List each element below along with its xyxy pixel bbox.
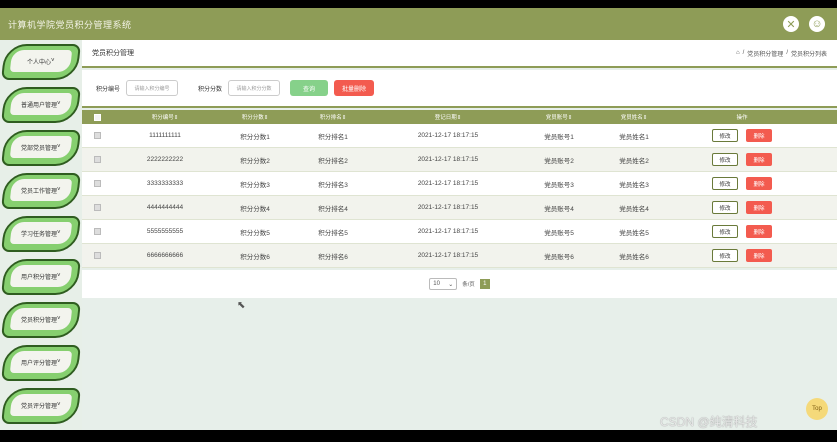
header-date[interactable]: 登记日期⇕ xyxy=(374,113,522,121)
sidebar-item-party-member-management[interactable]: 党部党员管理 ˅ xyxy=(1,130,81,166)
edit-button[interactable]: 修改 xyxy=(712,225,738,238)
row-checkbox[interactable] xyxy=(93,132,101,139)
home-icon[interactable]: ⌂ xyxy=(736,50,740,56)
edit-button[interactable]: 修改 xyxy=(712,129,738,142)
table-row: 3333333333 积分分数3 积分排名3 2021-12-17 18:17:… xyxy=(82,172,837,196)
search-id-label: 积分编号 xyxy=(96,86,121,93)
user-icon[interactable]: ☺ xyxy=(809,16,825,32)
title-bar: 党员积分管理 ⌂ / 党员积分管理 / 党员积分列表 xyxy=(82,40,837,68)
edit-button[interactable]: 修改 xyxy=(712,177,738,190)
chevron-down-icon: ˅ xyxy=(57,144,61,150)
edit-button[interactable]: 修改 xyxy=(712,153,738,166)
row-checkbox[interactable] xyxy=(93,228,101,235)
edit-button[interactable]: 修改 xyxy=(712,201,738,214)
header-rank[interactable]: 积分排名⇕ xyxy=(292,113,374,121)
sidebar-item-member-rating-management[interactable]: 党员评分管理 ˅ xyxy=(1,388,81,424)
sidebar-item-personal-center[interactable]: 个人中心 ˅ xyxy=(1,44,81,80)
header-name[interactable]: 党员姓名⇕ xyxy=(596,113,672,121)
table-row: 4444444444 积分分数4 积分排名4 2021-12-17 18:17:… xyxy=(82,196,837,220)
row-checkbox[interactable] xyxy=(93,180,101,187)
chevron-down-icon: ˅ xyxy=(57,402,61,408)
page-size-unit: 条/页 xyxy=(462,282,475,288)
row-checkbox[interactable] xyxy=(93,204,101,211)
sidebar: 个人中心 ˅ 普通用户管理 ˅ 党部党员管理 ˅ 党员工作管理 ˅ 学习任务管理 ˅ 用户… xyxy=(0,40,82,430)
top-black-bar xyxy=(0,0,837,8)
query-button[interactable]: 查询 xyxy=(290,80,329,96)
delete-button[interactable]: 删除 xyxy=(746,153,772,166)
chevron-down-icon: ˅ xyxy=(57,187,61,193)
delete-button[interactable]: 删除 xyxy=(746,177,772,190)
sidebar-item-user-rating-management[interactable]: 用户评分管理 ˅ xyxy=(1,345,81,381)
pagination: 10 ⌄ 条/页 1 xyxy=(82,270,837,298)
page-size-select[interactable]: 10 ⌄ xyxy=(429,278,458,290)
chevron-down-icon: ⌄ xyxy=(448,281,454,288)
header-account[interactable]: 党员账号⇕ xyxy=(522,113,596,121)
table-header: 积分编号⇕ 积分分数⇕ 积分排名⇕ 登记日期⇕ 党员账号⇕ 党员姓名⇕ 操作 xyxy=(82,110,837,124)
edit-button[interactable]: 修改 xyxy=(712,249,738,262)
bottom-black-bar xyxy=(0,430,837,442)
app-header: 计算机学院党员积分管理系统 ✕ ☺ xyxy=(0,8,837,40)
chevron-down-icon: ˅ xyxy=(57,316,61,322)
header-actions: 操作 xyxy=(736,115,748,121)
app-title: 计算机学院党员积分管理系统 xyxy=(8,19,132,30)
breadcrumb-item[interactable]: 党员积分管理 xyxy=(747,49,783,58)
back-to-top-button[interactable]: Top xyxy=(806,398,828,420)
sidebar-item-member-points-management[interactable]: 党员积分管理 ˅ xyxy=(1,302,81,338)
table-row: 5555555555 积分分数5 积分排名5 2021-12-17 18:17:… xyxy=(82,220,837,244)
table-row: 1111111111 积分分数1 积分排名1 2021-12-17 18:17:… xyxy=(82,124,837,148)
breadcrumb: ⌂ / 党员积分管理 / 党员积分列表 xyxy=(736,49,827,58)
sidebar-item-user-management[interactable]: 普通用户管理 ˅ xyxy=(1,87,81,123)
bulk-delete-button[interactable]: 批量删除 xyxy=(334,80,375,96)
chevron-down-icon: ˅ xyxy=(57,273,61,279)
sidebar-item-user-points-management[interactable]: 用户积分管理 ˅ xyxy=(1,259,81,295)
search-score-label: 积分分数 xyxy=(198,86,223,93)
mouse-cursor-icon: ⬉ xyxy=(237,300,246,311)
table-row: 6666666666 积分分数6 积分排名6 2021-12-17 18:17:… xyxy=(82,244,837,268)
header-id[interactable]: 积分编号⇕ xyxy=(112,113,218,121)
row-checkbox[interactable] xyxy=(93,252,101,259)
row-checkbox[interactable] xyxy=(93,156,101,163)
select-all-checkbox[interactable] xyxy=(93,113,101,121)
search-id-input[interactable]: 请输入积分编号 xyxy=(126,80,179,96)
sidebar-item-member-work-management[interactable]: 党员工作管理 ˅ xyxy=(1,173,81,209)
search-bar: 积分编号 请输入积分编号 积分分数 请输入积分分数 查询 批量删除 xyxy=(82,70,837,108)
chevron-down-icon: ˅ xyxy=(57,359,61,365)
chevron-down-icon: ˅ xyxy=(51,58,55,64)
delete-button[interactable]: 删除 xyxy=(746,201,772,214)
watermark-text: CSDN @纯清科技 xyxy=(660,415,758,429)
page-number-button[interactable]: 1 xyxy=(479,279,490,289)
header-score[interactable]: 积分分数⇕ xyxy=(218,113,292,121)
table-row: 2222222222 积分分数2 积分排名2 2021-12-17 18:17:… xyxy=(82,148,837,172)
chevron-down-icon: ˅ xyxy=(57,230,61,236)
delete-button[interactable]: 删除 xyxy=(746,225,772,238)
main-content: 党员积分管理 ⌂ / 党员积分管理 / 党员积分列表 积分编号 请输入积分编号 … xyxy=(82,40,837,430)
points-table: 积分编号⇕ 积分分数⇕ 积分排名⇕ 登记日期⇕ 党员账号⇕ 党员姓名⇕ 操作 1… xyxy=(82,110,837,268)
search-score-input[interactable]: 请输入积分分数 xyxy=(228,80,281,96)
delete-button[interactable]: 删除 xyxy=(746,129,772,142)
page-title: 党员积分管理 xyxy=(92,50,134,57)
delete-button[interactable]: 删除 xyxy=(746,249,772,262)
chevron-down-icon: ˅ xyxy=(57,101,61,107)
breadcrumb-item-current: 党员积分列表 xyxy=(790,51,827,58)
close-icon[interactable]: ✕ xyxy=(783,16,799,32)
sidebar-item-study-task-management[interactable]: 学习任务管理 ˅ xyxy=(1,216,81,252)
